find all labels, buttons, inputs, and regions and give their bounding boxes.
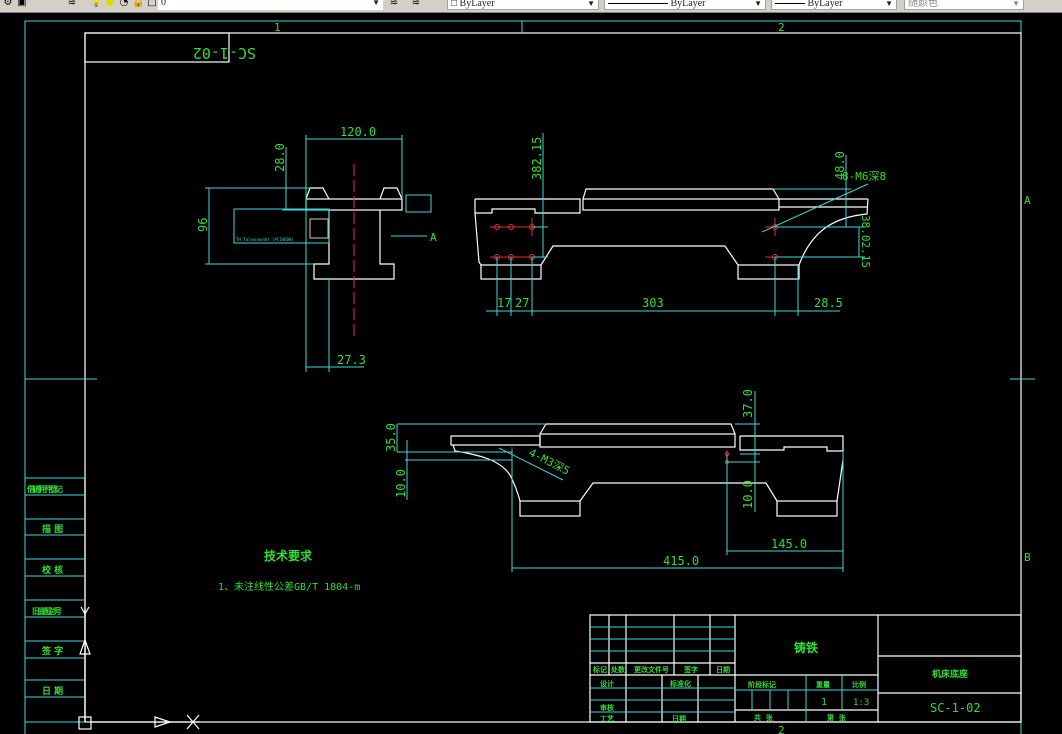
inner-border — [84, 32, 1022, 723]
dim-27-3: 27.3 — [337, 353, 366, 367]
dim-415: 415.0 — [663, 554, 699, 568]
hole-note-m6: 8-M6深8 — [842, 170, 886, 183]
side-view: TH_Taleonnonht (PCIADDH) 120.0 96 28.0 2… — [196, 125, 437, 372]
material: 铸铁 — [794, 640, 818, 655]
strip-label: 旧底图总号 — [32, 606, 62, 616]
color-value: ByLayer — [459, 0, 495, 9]
dim-382-15: 382.15 — [530, 137, 544, 180]
weight-label: 重量 — [816, 680, 830, 689]
dim-145: 145.0 — [771, 537, 807, 551]
linetype-value: ByLayer — [670, 0, 706, 9]
title-block: 标记 处数 更改文件号 签字 日期 设计 标准化 审核 工艺 日期 铸铁 阶段标… — [589, 614, 1022, 723]
tech-req-1: 1、未注线性公差GB/T 1804-m — [218, 580, 360, 593]
save-icon[interactable]: ▣ — [16, 0, 28, 8]
date-label: 日期 — [672, 714, 686, 723]
lightbulb-icon[interactable]: 💡 — [90, 0, 102, 8]
dim-10-left: 10.0 — [394, 469, 408, 498]
rev-header: 日期 — [716, 665, 730, 674]
zone-marker-b: B — [1024, 551, 1031, 564]
outer-frame — [24, 20, 1022, 734]
chevron-down-icon: ▼ — [587, 0, 595, 8]
settings-icon[interactable]: ⚙ — [2, 0, 14, 8]
lock-icon[interactable]: 🔒 — [132, 0, 144, 8]
total-sheets: 共 张 — [754, 713, 774, 722]
quantity-value: 1 — [821, 697, 827, 708]
layer-value: 0 — [161, 0, 166, 8]
tech-req-title: 技术要求 — [264, 548, 313, 563]
part-name: 机床底座 — [932, 668, 968, 680]
block-insert — [309, 218, 329, 239]
freeze-icon[interactable]: ◔ — [118, 0, 130, 8]
dim-96: 96 — [196, 218, 210, 232]
chevron-down-icon: ▼ — [754, 0, 762, 8]
plotstyle-value: 随颜色 — [908, 0, 938, 9]
lineweight-dropdown[interactable]: ByLayer ▼ — [771, 0, 897, 10]
rev-header: 标记 — [592, 665, 607, 674]
dim-17: 17 — [497, 296, 511, 310]
dim-10-right: 10.0 — [741, 480, 755, 509]
review-label: 审核 — [600, 703, 614, 712]
dim-38: 38.02.15 — [859, 215, 872, 268]
stage-mark-label: 阶段标记 — [748, 680, 776, 689]
color-dropdown[interactable]: □ ByLayer ▼ — [447, 0, 599, 10]
view-arrow-label: A — [430, 231, 437, 244]
layer-previous-icon[interactable]: ≋ — [410, 0, 422, 8]
rev-header: 更改文件号 — [634, 665, 669, 674]
zone-marker-a: A — [1024, 194, 1031, 207]
zone-marker-1: 1 — [274, 21, 281, 34]
left-strip: 借(通)用件登记 描 图 校 核 旧底图总号 签 字 日 期 — [25, 477, 86, 723]
drawing-number: SC-1-02 — [930, 701, 981, 715]
scale-label: 比例 — [852, 680, 866, 689]
strip-label: 借(通)用件登记 — [26, 484, 63, 494]
chevron-down-icon: ▼ — [372, 0, 380, 7]
strip-label: 校 核 — [42, 564, 63, 576]
strip-label: 签 字 — [41, 645, 63, 657]
rev-header: 处数 — [610, 665, 626, 674]
mirrored-code: SC-1-02 — [193, 44, 256, 62]
process-label: 工艺 — [600, 714, 614, 723]
layer-color-icon[interactable]: □ — [146, 0, 158, 8]
dim-28: 28.0 — [273, 143, 287, 172]
sheet-no: 第 张 — [827, 713, 847, 722]
sun-icon[interactable]: ● — [104, 0, 116, 8]
strip-label: 日 期 — [42, 685, 63, 697]
bottom-view: 35.0 10.0 4-M3深5 37.0 10.0 145.0 415.0 — [384, 389, 844, 572]
chevron-down-icon: ▼ — [1012, 0, 1020, 8]
dim-120: 120.0 — [340, 125, 376, 139]
dim-303: 303 — [642, 296, 664, 310]
front-view: 382.15 17 27 303 28.5 48.0 38.02.15 8-M6… — [474, 133, 886, 316]
drawing-canvas[interactable]: 1 2 A B 2 SC-1-02 借(通)用件登记 描 图 校 核 旧底图总号… — [0, 12, 1062, 734]
dim-28-5: 28.5 — [814, 296, 843, 310]
plotstyle-dropdown[interactable]: 随颜色 ▼ — [904, 0, 1024, 10]
dim-27: 27 — [515, 296, 529, 310]
block-label: TH_Taleonnonht (PCIADDH) — [236, 237, 294, 242]
make-current-icon[interactable]: ≋ — [388, 0, 400, 8]
rev-header: 签字 — [683, 665, 698, 674]
lineweight-value: ByLayer — [807, 0, 843, 9]
scale-value: 1:3 — [853, 698, 869, 708]
design-label: 设计 — [600, 679, 614, 688]
linetype-dropdown[interactable]: ByLayer ▼ — [604, 0, 766, 10]
zone-marker-2-bottom: 2 — [778, 724, 785, 734]
strip-label: 描 图 — [42, 523, 63, 535]
ucs-icon — [78, 606, 200, 730]
dim-37: 37.0 — [741, 389, 755, 418]
standardization-label: 标准化 — [669, 679, 691, 688]
dim-35: 35.0 — [384, 423, 398, 452]
layer-manager-icon[interactable]: ≋ — [66, 0, 78, 8]
chevron-down-icon: ▼ — [885, 0, 893, 8]
zone-marker-2: 2 — [778, 21, 785, 34]
layer-dropdown[interactable]: 0 ▼ — [158, 0, 383, 10]
